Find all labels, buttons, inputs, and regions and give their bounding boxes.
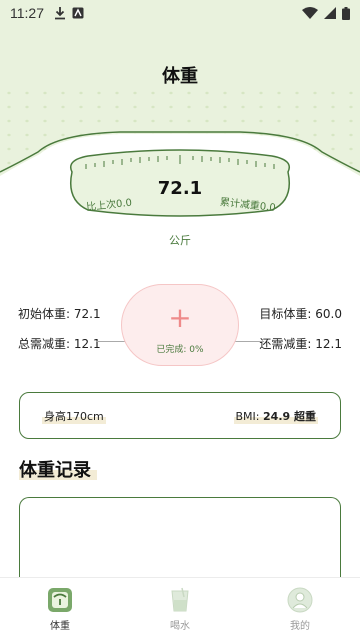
profile-icon (287, 587, 313, 613)
current-weight: 72.1 (157, 178, 203, 199)
tab-weight[interactable]: 体重 (0, 578, 120, 639)
download-icon (55, 7, 65, 20)
bottom-tabbar: 体重 喝水 我的 (0, 577, 360, 639)
bmi-label: BMI: (235, 409, 260, 423)
total-to-lose: 总需减重: 12.1 (18, 337, 101, 351)
tab-profile[interactable]: 我的 (240, 578, 360, 639)
tab-water-label: 喝水 (170, 621, 190, 632)
tab-water[interactable]: 喝水 (120, 578, 240, 639)
target-weight: 目标体重: 60.0 (259, 307, 342, 321)
app-notification-icon (72, 7, 84, 19)
completion-progress: 已完成: 0% (156, 345, 204, 355)
tab-weight-label: 体重 (50, 621, 70, 632)
water-cup-icon (171, 587, 189, 612)
signal-icon (324, 7, 336, 19)
bmi-info: BMI: 24.9 超重 (233, 407, 318, 424)
status-bar: 11:27 (0, 0, 360, 26)
remaining-to-lose: 还需减重: 12.1 (259, 337, 342, 351)
battery-icon (342, 6, 350, 20)
plus-icon: + (168, 301, 192, 334)
page-title: 体重 (162, 66, 198, 87)
initial-weight: 初始体重: 72.1 (18, 307, 101, 321)
body-info-card: 身高170cm BMI: 24.9 超重 (19, 392, 341, 439)
tab-profile-label: 我的 (290, 621, 310, 632)
status-time: 11:27 (10, 5, 44, 21)
height-label: 身高170cm (42, 407, 106, 424)
scale-icon (48, 588, 72, 612)
weight-unit: 公斤 (169, 234, 191, 247)
wifi-icon (302, 7, 318, 19)
records-title: 体重记录 (19, 460, 91, 481)
bmi-value: 24.9 超重 (263, 409, 316, 423)
